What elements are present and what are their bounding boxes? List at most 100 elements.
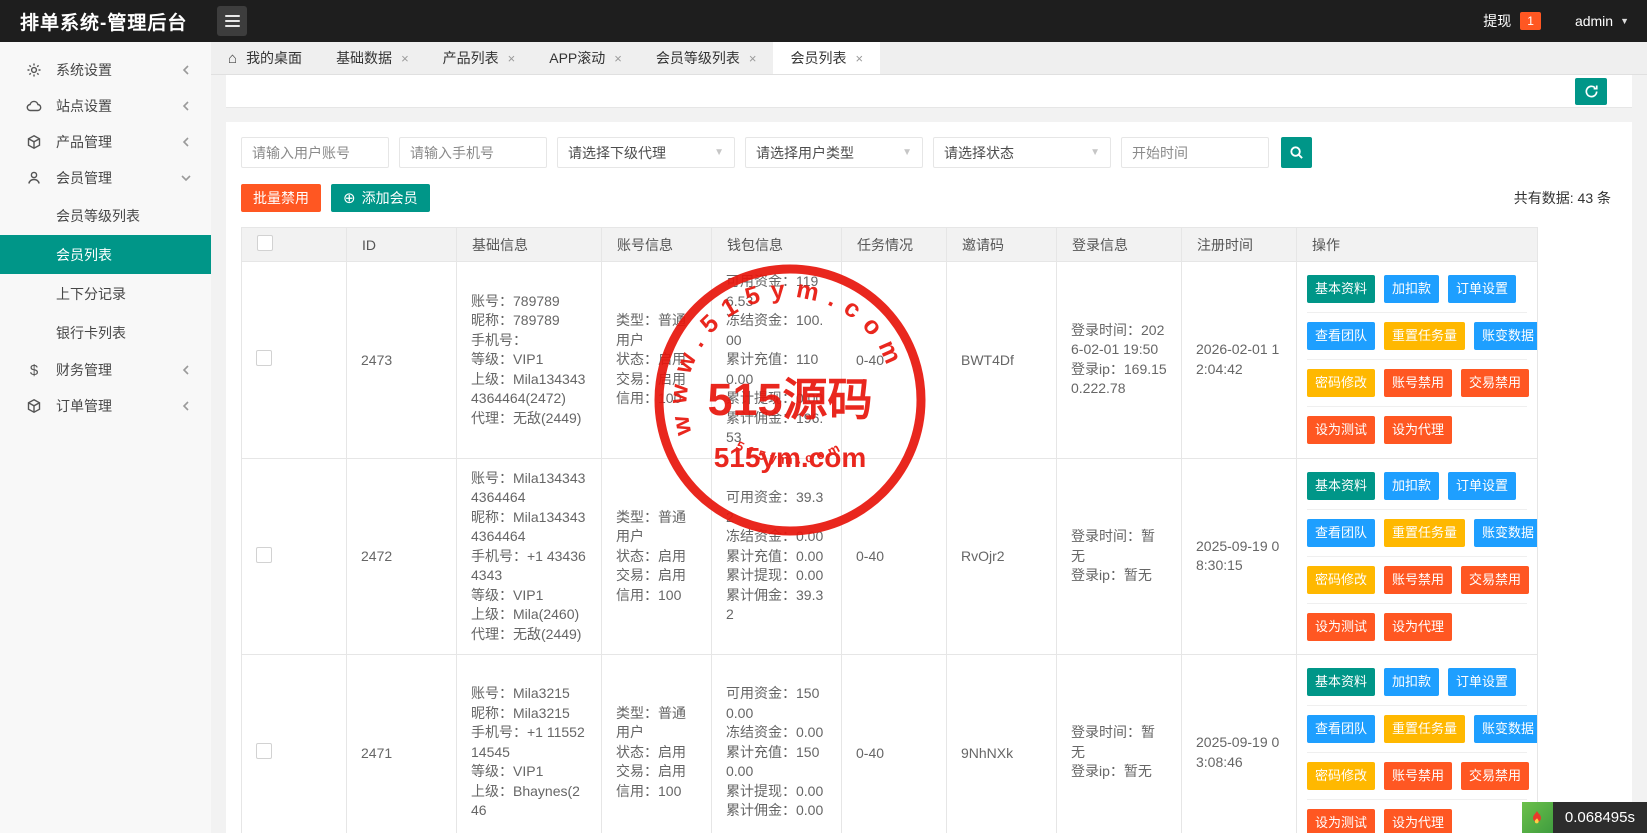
adjust-funds-button[interactable]: 加扣款 bbox=[1384, 275, 1439, 303]
admin-user-menu[interactable]: admin ▼ bbox=[1575, 13, 1629, 29]
sidebar-item-label: 产品管理 bbox=[56, 132, 112, 152]
close-icon[interactable]: × bbox=[401, 52, 409, 65]
hamburger-menu-icon[interactable] bbox=[217, 6, 247, 36]
set-test-button[interactable]: 设为测试 bbox=[1307, 809, 1375, 833]
tab-label: APP滚动 bbox=[549, 48, 605, 68]
sidebar-item-finance-management[interactable]: $ 财务管理 bbox=[0, 352, 211, 388]
cell-register-time: 2026-02-01 12:04:42 bbox=[1182, 262, 1297, 459]
tab-member-level-list[interactable]: 会员等级列表 × bbox=[639, 42, 774, 74]
cell-actions: 基本资料 加扣款 订单设置 查看团队 重置任务量 账变数据 密码修改 bbox=[1297, 262, 1538, 459]
add-member-button[interactable]: ⊕ 添加会员 bbox=[331, 184, 430, 212]
tab-my-desktop[interactable]: ⌂ 我的桌面 bbox=[211, 42, 319, 74]
row-checkbox[interactable] bbox=[256, 547, 272, 563]
chevron-left-icon bbox=[181, 137, 191, 147]
row-checkbox[interactable] bbox=[256, 743, 272, 759]
cell-account-info: 类型：普通用户状态：启用 交易：启用信用：100 bbox=[602, 262, 712, 459]
basic-info-button[interactable]: 基本资料 bbox=[1307, 472, 1375, 500]
view-team-button[interactable]: 查看团队 bbox=[1307, 715, 1375, 743]
reset-tasks-button[interactable]: 重置任务量 bbox=[1384, 715, 1465, 743]
sidebar-subitem-label: 会员等级列表 bbox=[56, 206, 140, 226]
close-icon[interactable]: × bbox=[614, 52, 622, 65]
cell-register-time: 2025-09-19 03:08:46 bbox=[1182, 655, 1297, 833]
change-password-button[interactable]: 密码修改 bbox=[1307, 566, 1375, 594]
disable-account-button[interactable]: 账号禁用 bbox=[1384, 566, 1452, 594]
cell-basic-info: 账号：Mila3215昵称：Mila3215 手机号：+1 1155214545… bbox=[457, 655, 602, 833]
disable-trade-button[interactable]: 交易禁用 bbox=[1461, 762, 1529, 790]
sidebar-item-order-management[interactable]: 订单管理 bbox=[0, 388, 211, 424]
sidebar-item-member-list[interactable]: 会员列表 bbox=[0, 235, 211, 274]
cell-wallet-info: 可用资金：39.32冻结资金：0.00 累计充值：0.00累计提现：0.00 累… bbox=[712, 458, 842, 655]
set-agent-button[interactable]: 设为代理 bbox=[1384, 613, 1452, 641]
tab-product-list[interactable]: 产品列表 × bbox=[426, 42, 533, 74]
disable-trade-button[interactable]: 交易禁用 bbox=[1461, 566, 1529, 594]
search-button[interactable] bbox=[1281, 137, 1312, 168]
sidebar-item-label: 财务管理 bbox=[56, 360, 112, 380]
cell-invite-code: BWT4Df bbox=[947, 262, 1057, 459]
table-row: 2473 账号：789789昵称：789789 手机号：等级：VIP1 上级：M… bbox=[242, 262, 1538, 459]
basic-info-button[interactable]: 基本资料 bbox=[1307, 275, 1375, 303]
set-test-button[interactable]: 设为测试 bbox=[1307, 613, 1375, 641]
page-load-time-badge: 0.068495s bbox=[1522, 802, 1647, 833]
phone-input[interactable] bbox=[399, 137, 547, 168]
start-time-input[interactable] bbox=[1121, 137, 1269, 168]
adjust-funds-button[interactable]: 加扣款 bbox=[1384, 472, 1439, 500]
cell-id: 2473 bbox=[347, 262, 457, 459]
reset-tasks-button[interactable]: 重置任务量 bbox=[1384, 519, 1465, 547]
tab-app-scroll[interactable]: APP滚动 × bbox=[532, 42, 639, 74]
table-header-row: ID 基础信息 账号信息 钱包信息 任务情况 邀请码 登录信息 注册时间 操作 bbox=[242, 228, 1538, 262]
home-icon: ⌂ bbox=[228, 50, 237, 67]
tab-basic-data[interactable]: 基础数据 × bbox=[319, 42, 426, 74]
refresh-button[interactable] bbox=[1575, 78, 1607, 105]
agent-select[interactable]: 请选择下级代理 ▼ bbox=[557, 137, 735, 168]
cell-login-info: 登录时间：暂无登录ip：暂无 bbox=[1057, 458, 1182, 655]
view-team-button[interactable]: 查看团队 bbox=[1307, 322, 1375, 350]
change-password-button[interactable]: 密码修改 bbox=[1307, 762, 1375, 790]
order-settings-button[interactable]: 订单设置 bbox=[1448, 275, 1516, 303]
sidebar-item-label: 系统设置 bbox=[56, 60, 112, 80]
cell-task-status: 0-40 bbox=[842, 458, 947, 655]
chevron-down-icon: ▼ bbox=[1620, 16, 1629, 26]
withdraw-link[interactable]: 提现 1 bbox=[1483, 11, 1541, 31]
sidebar: 系统设置 站点设置 产品管理 会员管理 会员等级列表 bbox=[0, 42, 211, 833]
balance-log-button[interactable]: 账变数据 bbox=[1474, 715, 1537, 743]
filter-bar: 请选择下级代理 ▼ 请选择用户类型 ▼ 请选择状态 ▼ bbox=[241, 137, 1617, 168]
sidebar-item-bank-card-list[interactable]: 银行卡列表 bbox=[0, 313, 211, 352]
batch-disable-button[interactable]: 批量禁用 bbox=[241, 184, 321, 212]
cell-account-info: 类型：普通用户状态：启用 交易：启用信用：100 bbox=[602, 655, 712, 833]
order-settings-button[interactable]: 订单设置 bbox=[1448, 668, 1516, 696]
user-type-select[interactable]: 请选择用户类型 ▼ bbox=[745, 137, 923, 168]
sidebar-item-product-management[interactable]: 产品管理 bbox=[0, 124, 211, 160]
disable-account-button[interactable]: 账号禁用 bbox=[1384, 762, 1452, 790]
close-icon[interactable]: × bbox=[508, 52, 516, 65]
agent-select-placeholder: 请选择下级代理 bbox=[568, 143, 666, 163]
close-icon[interactable]: × bbox=[855, 52, 863, 65]
reset-tasks-button[interactable]: 重置任务量 bbox=[1384, 322, 1465, 350]
status-select[interactable]: 请选择状态 ▼ bbox=[933, 137, 1111, 168]
set-agent-button[interactable]: 设为代理 bbox=[1384, 416, 1452, 444]
sidebar-item-member-level-list[interactable]: 会员等级列表 bbox=[0, 196, 211, 235]
set-test-button[interactable]: 设为测试 bbox=[1307, 416, 1375, 444]
sidebar-item-score-records[interactable]: 上下分记录 bbox=[0, 274, 211, 313]
sidebar-item-member-management[interactable]: 会员管理 bbox=[0, 160, 211, 196]
view-team-button[interactable]: 查看团队 bbox=[1307, 519, 1375, 547]
tab-label: 我的桌面 bbox=[246, 48, 302, 68]
sidebar-item-system-settings[interactable]: 系统设置 bbox=[0, 52, 211, 88]
flame-icon bbox=[1522, 802, 1553, 833]
withdraw-label: 提现 bbox=[1483, 11, 1511, 31]
account-input[interactable] bbox=[241, 137, 389, 168]
balance-log-button[interactable]: 账变数据 bbox=[1474, 519, 1537, 547]
select-all-checkbox[interactable] bbox=[257, 235, 273, 251]
set-agent-button[interactable]: 设为代理 bbox=[1384, 809, 1452, 833]
basic-info-button[interactable]: 基本资料 bbox=[1307, 668, 1375, 696]
disable-trade-button[interactable]: 交易禁用 bbox=[1461, 369, 1529, 397]
close-icon[interactable]: × bbox=[749, 52, 757, 65]
balance-log-button[interactable]: 账变数据 bbox=[1474, 322, 1537, 350]
sidebar-item-site-settings[interactable]: 站点设置 bbox=[0, 88, 211, 124]
order-settings-button[interactable]: 订单设置 bbox=[1448, 472, 1516, 500]
change-password-button[interactable]: 密码修改 bbox=[1307, 369, 1375, 397]
tab-member-list[interactable]: 会员列表 × bbox=[773, 42, 880, 74]
column-register-time: 注册时间 bbox=[1182, 228, 1297, 262]
disable-account-button[interactable]: 账号禁用 bbox=[1384, 369, 1452, 397]
row-checkbox[interactable] bbox=[256, 350, 272, 366]
adjust-funds-button[interactable]: 加扣款 bbox=[1384, 668, 1439, 696]
